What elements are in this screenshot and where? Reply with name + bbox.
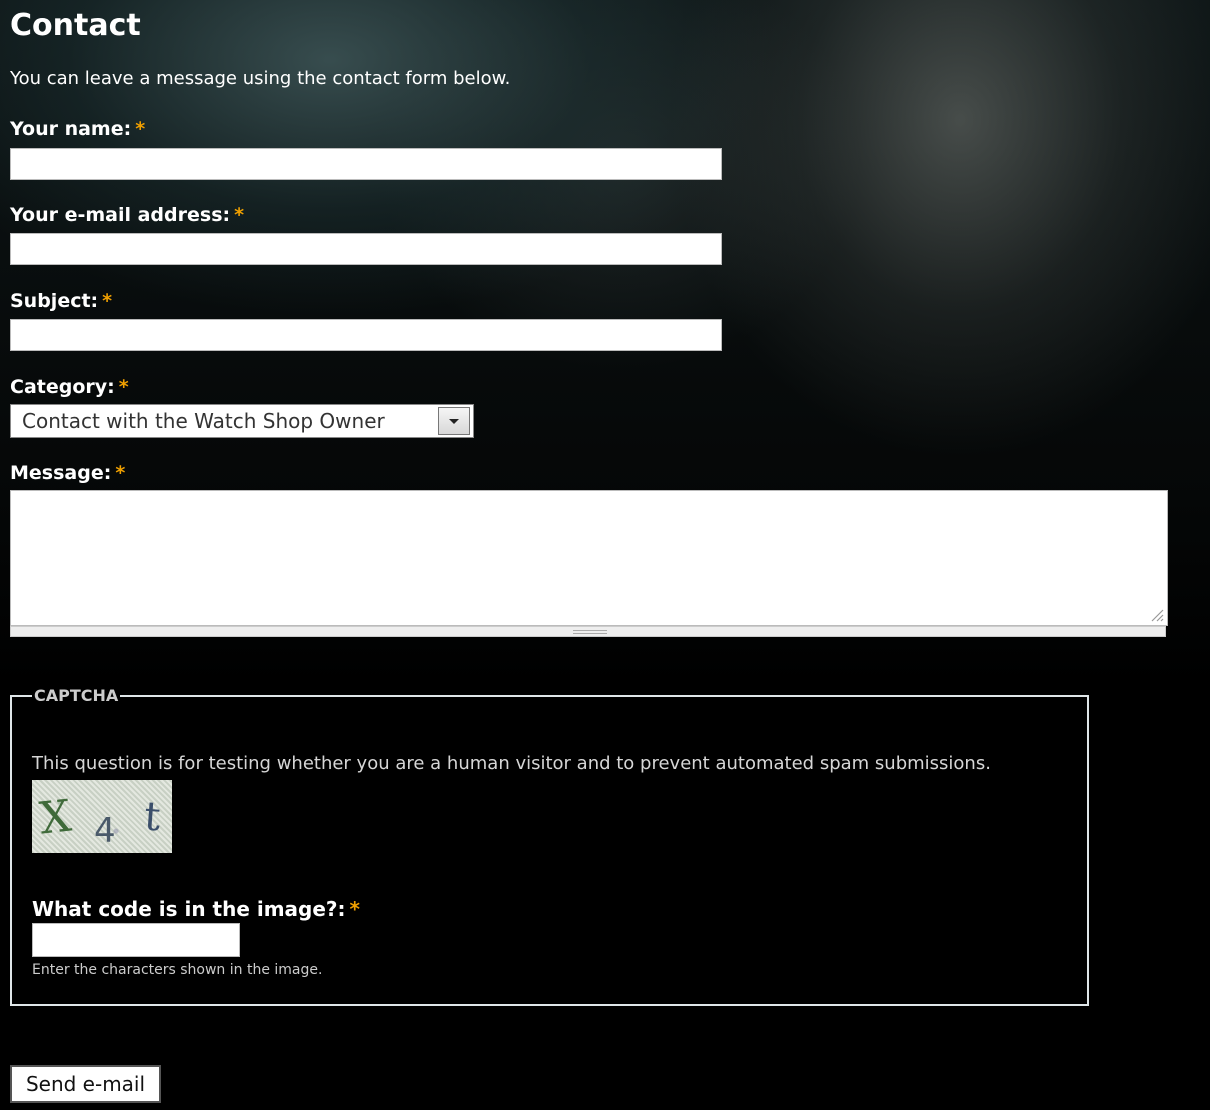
captcha-help-text: Enter the characters shown in the image. (32, 962, 323, 978)
page-intro: You can leave a message using the contac… (10, 68, 511, 89)
required-marker: * (115, 462, 126, 484)
message-textarea[interactable] (10, 490, 1168, 626)
captcha-fieldset: CAPTCHA This question is for testing whe… (10, 686, 1089, 1006)
name-input[interactable] (10, 148, 722, 180)
grippie-icon (573, 630, 607, 634)
subject-label-text: Subject: (10, 290, 99, 312)
resize-corner-icon[interactable] (1150, 608, 1164, 622)
required-marker: * (234, 204, 245, 226)
category-select[interactable]: Contact with the Watch Shop Owner (10, 404, 474, 438)
category-label-text: Category: (10, 376, 115, 398)
message-label-text: Message: (10, 462, 112, 484)
contact-page: Contact You can leave a message using th… (0, 0, 1210, 1110)
captcha-glyph: X (37, 790, 74, 844)
captcha-image: X 4 t (32, 780, 172, 853)
send-email-button[interactable]: Send e-mail (10, 1065, 161, 1103)
captcha-legend: CAPTCHA (34, 686, 119, 705)
subject-label: Subject: * (10, 290, 112, 312)
captcha-image-text: X 4 t (37, 790, 162, 851)
category-label: Category: * (10, 376, 129, 398)
required-marker: * (349, 897, 361, 921)
required-marker: * (118, 376, 129, 398)
message-label: Message: * (10, 462, 125, 484)
email-label-text: Your e-mail address: (10, 204, 231, 226)
email-input[interactable] (10, 233, 722, 265)
captcha-response-input[interactable] (32, 923, 240, 957)
message-field-wrapper (10, 490, 1168, 640)
textarea-resize-handle[interactable] (10, 626, 1166, 637)
captcha-code-label-text: What code is in the image?: (32, 897, 346, 921)
captcha-code-label: What code is in the image?: * (32, 897, 360, 921)
name-label-text: Your name: (10, 118, 132, 140)
dropdown-button[interactable] (438, 407, 470, 435)
subject-input[interactable] (10, 319, 722, 351)
required-marker: * (102, 290, 113, 312)
required-marker: * (135, 118, 146, 140)
page-title: Contact (10, 8, 141, 43)
category-selected-value: Contact with the Watch Shop Owner (22, 409, 385, 433)
name-label: Your name: * (10, 118, 145, 140)
captcha-glyph: t (143, 794, 162, 841)
captcha-description: This question is for testing whether you… (32, 753, 991, 774)
email-label: Your e-mail address: * (10, 204, 244, 226)
captcha-glyph: 4 (94, 811, 116, 851)
chevron-down-icon (449, 419, 459, 424)
